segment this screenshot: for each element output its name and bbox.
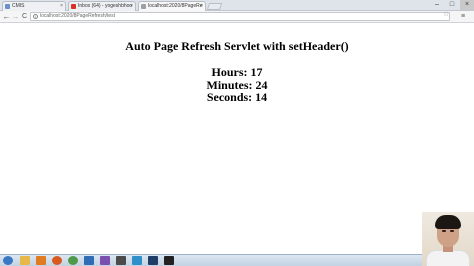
webcam-eye — [442, 230, 446, 232]
tab-inbox[interactable]: Inbox (64) - yogeshbhoo × — [68, 1, 136, 11]
gmail-favicon-icon — [71, 4, 76, 9]
close-tab-icon[interactable]: × — [130, 2, 133, 11]
address-bar[interactable]: i localhost:2020/8PageRefresh/test — [30, 12, 450, 21]
app-icon-3[interactable] — [116, 256, 126, 265]
seconds-readout: Seconds: 14 — [206, 90, 268, 104]
new-tab-button[interactable] — [206, 3, 223, 10]
media-player-icon[interactable] — [36, 256, 46, 265]
browser-toolbar: ← → C i localhost:2020/8PageRefresh/test… — [0, 11, 474, 23]
page-favicon-icon — [141, 4, 146, 9]
forward-button[interactable]: → — [11, 12, 20, 21]
webcam-hair — [435, 215, 461, 229]
tab-strip: CMIS × Inbox (64) - yogeshbhoo × localho… — [0, 0, 474, 11]
app-icon-1[interactable] — [84, 256, 94, 265]
webcam-eye — [450, 230, 454, 232]
tab-label: CMIS — [12, 3, 25, 9]
app-icon-5[interactable] — [148, 256, 158, 265]
close-tab-icon[interactable]: × — [200, 2, 203, 11]
close-window-button[interactable]: × — [460, 0, 474, 10]
tab-cmis[interactable]: CMIS × — [2, 1, 66, 11]
app-icon-2[interactable] — [100, 256, 110, 265]
browser-menu-icon[interactable]: ≡ — [461, 12, 465, 21]
minimize-button[interactable]: – — [430, 0, 444, 10]
app-icon-4[interactable] — [132, 256, 142, 265]
terminal-icon[interactable] — [164, 256, 174, 265]
cmis-favicon-icon — [5, 4, 10, 9]
firefox-icon[interactable] — [52, 256, 62, 265]
start-orb-icon[interactable] — [3, 256, 13, 265]
bookmark-star-icon[interactable]: ☆ — [443, 11, 449, 19]
page-title: Auto Page Refresh Servlet with setHeader… — [125, 39, 349, 53]
tab-localhost[interactable]: localhost:2020/8PageRe × — [138, 1, 206, 11]
taskbar — [0, 254, 474, 266]
chrome-icon[interactable] — [68, 256, 78, 265]
tab-label: localhost:2020/8PageRe — [148, 3, 203, 9]
maximize-button[interactable]: □ — [445, 0, 459, 10]
webcam-overlay — [422, 212, 474, 266]
webcam-shirt — [426, 250, 470, 266]
close-tab-icon[interactable]: × — [60, 2, 63, 11]
back-button[interactable]: ← — [2, 12, 11, 21]
tab-label: Inbox (64) - yogeshbhoo — [78, 3, 133, 9]
reload-button[interactable]: C — [20, 12, 29, 21]
info-icon[interactable]: i — [33, 14, 38, 19]
explorer-icon[interactable] — [20, 256, 30, 265]
url-text: localhost:2020/8PageRefresh/test — [40, 13, 116, 19]
page-content: Auto Page Refresh Servlet with setHeader… — [0, 24, 474, 254]
screen: CMIS × Inbox (64) - yogeshbhoo × localho… — [0, 0, 474, 266]
